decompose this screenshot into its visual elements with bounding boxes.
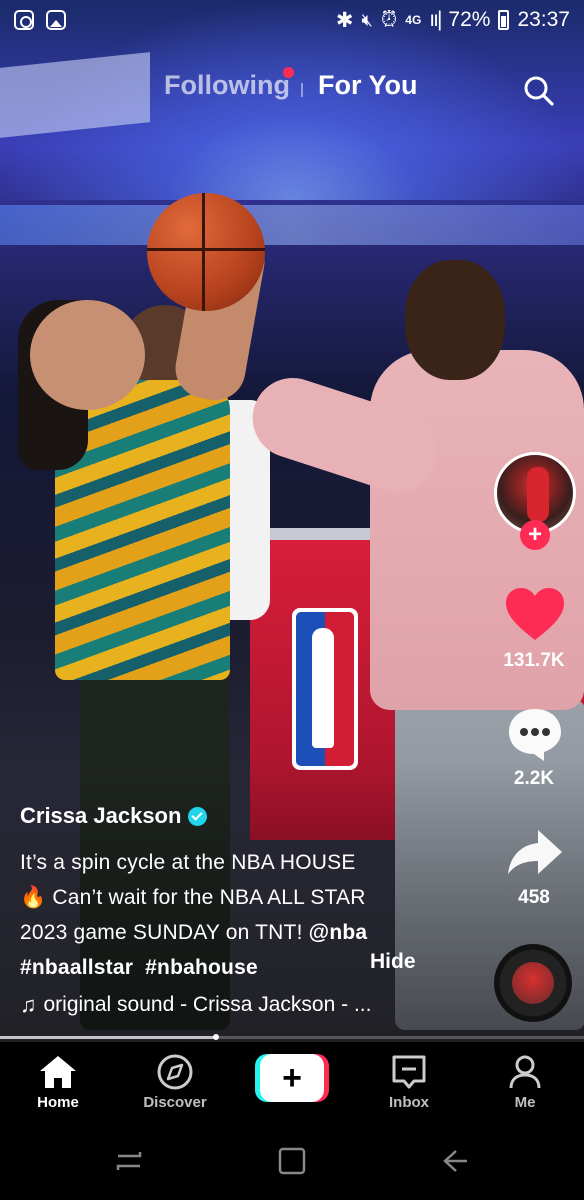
mute-icon: 🔇︎ <box>361 9 373 30</box>
profile-icon <box>509 1055 541 1089</box>
nav-inbox-label: Inbox <box>389 1094 429 1111</box>
home-icon <box>40 1056 76 1088</box>
search-icon[interactable] <box>522 74 556 108</box>
nav-home[interactable]: Home <box>13 1054 103 1111</box>
home-square-icon[interactable] <box>277 1146 307 1176</box>
feed-tabs: Following For You <box>0 67 584 110</box>
mention-nba[interactable]: @nba <box>309 921 368 944</box>
bluetooth-icon: ✱ <box>335 8 354 32</box>
notification-dot <box>283 67 294 78</box>
basketball <box>147 193 265 311</box>
caption-line: 🔥 Can’t wait for the NBA ALL STAR <box>20 886 366 909</box>
tab-following[interactable]: Following <box>164 70 290 101</box>
post-caption: It’s a spin cycle at the NBA HOUSE 🔥 Can… <box>20 845 430 985</box>
caption-line: 2023 game SUNDAY on TNT! @nba <box>20 921 368 944</box>
nav-inbox[interactable]: Inbox <box>364 1054 454 1111</box>
comment-icon[interactable] <box>506 706 564 764</box>
signal-icon: ıı| <box>429 8 442 31</box>
sound-title[interactable]: original sound - Crissa Jackson - ... <box>44 993 372 1017</box>
sound-row[interactable]: ♫ original sound - Crissa Jackson - ... <box>20 992 371 1018</box>
system-nav-bar <box>0 1126 584 1200</box>
like-heart-icon[interactable] <box>504 586 566 642</box>
compass-icon <box>157 1054 193 1090</box>
plus-icon: + <box>260 1054 324 1102</box>
nav-discover-label: Discover <box>143 1094 207 1111</box>
instagram-icon <box>14 10 34 30</box>
tab-for-you[interactable]: For You <box>318 70 418 101</box>
video-progress-fill <box>0 1036 217 1039</box>
nav-discover[interactable]: Discover <box>130 1054 220 1111</box>
author-name-row[interactable]: Crissa Jackson <box>20 803 208 829</box>
video-progress-bar[interactable] <box>0 1034 584 1040</box>
person-left-head <box>30 300 145 410</box>
create-button[interactable]: + <box>255 1054 329 1102</box>
share-arrow-icon[interactable] <box>506 828 564 878</box>
follow-button[interactable]: + <box>520 520 550 550</box>
battery-percent: 72% <box>448 8 491 31</box>
share-count: 458 <box>518 887 550 908</box>
nav-me[interactable]: Me <box>480 1054 570 1111</box>
caption-line: #nbaallstar #nbahouse <box>20 950 430 985</box>
inbox-icon <box>392 1055 426 1089</box>
clock: 23:37 <box>517 8 570 31</box>
person-right-head <box>405 260 505 380</box>
nav-me-label: Me <box>514 1094 536 1111</box>
like-count: 131.7K <box>503 650 565 671</box>
verified-badge-icon <box>188 806 208 826</box>
comment-count: 2.2K <box>513 768 555 789</box>
alarm-icon: ⏰︎ <box>380 8 398 31</box>
recent-apps-icon[interactable] <box>114 1146 144 1176</box>
caption-line: It’s a spin cycle at the NBA HOUSE <box>20 851 356 874</box>
light-strip <box>0 205 584 245</box>
author-name[interactable]: Crissa Jackson <box>20 803 181 829</box>
status-bar: ✱ 🔇︎ ⏰︎ 4G ıı| 72% 23:37 <box>0 0 584 40</box>
hashtag-nbahouse[interactable]: #nbahouse <box>145 956 258 979</box>
hashtag-nbaallstar[interactable]: #nbaallstar <box>20 956 133 979</box>
battery-icon <box>498 10 510 30</box>
nav-home-label: Home <box>37 1094 79 1111</box>
nba-logo <box>292 608 358 770</box>
tab-divider <box>301 83 303 97</box>
back-arrow-icon[interactable] <box>440 1146 470 1176</box>
fire-emoji: 🔥 <box>20 886 47 909</box>
gallery-icon <box>46 10 66 30</box>
hide-caption-button[interactable]: Hide <box>370 950 416 974</box>
sound-disc-cover <box>512 962 554 1004</box>
network-type: 4G <box>405 13 422 27</box>
music-note-icon: ♫ <box>20 992 37 1017</box>
